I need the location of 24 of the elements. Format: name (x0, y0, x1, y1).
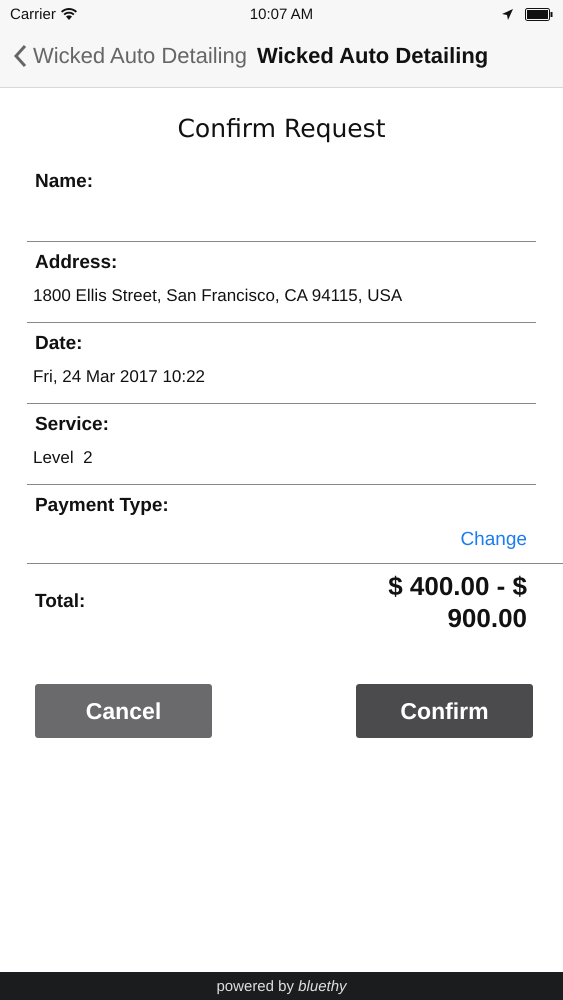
total-amount: 900.00 (447, 602, 527, 634)
carrier-name: Carrier (10, 6, 56, 22)
total-amount: $ 400.00 - $ (388, 570, 527, 602)
footer-text: powered by bluethy (216, 978, 347, 994)
field-value: Level 2 (33, 448, 94, 468)
field-label: Payment Type: (35, 495, 170, 517)
battery-icon (524, 8, 553, 20)
back-chevron-icon (14, 44, 27, 68)
nav-title: Wicked Auto Detailing (257, 42, 488, 68)
location-arrow-icon (502, 8, 513, 20)
confirm-button[interactable]: Confirm (356, 684, 533, 738)
total-label: Total: (35, 591, 86, 613)
clock-time: 10:07 AM (250, 6, 314, 22)
field-value: 1800 Ellis Street, San Francisco, CA 94115, USA (33, 286, 404, 306)
field-label: Name: (35, 171, 94, 193)
wifi-icon (60, 8, 77, 20)
field-label: Address: (35, 252, 118, 274)
back-button[interactable]: Wicked Auto Detailing (14, 42, 247, 68)
page-heading: Confirm Request (176, 114, 387, 143)
field-value: Fri, 24 Mar 2017 10:22 (33, 367, 206, 387)
field-label: Date: (35, 333, 84, 355)
field-label: Service: (35, 414, 110, 436)
change-link[interactable]: Change (460, 529, 527, 551)
cancel-button[interactable]: Cancel (35, 684, 212, 738)
